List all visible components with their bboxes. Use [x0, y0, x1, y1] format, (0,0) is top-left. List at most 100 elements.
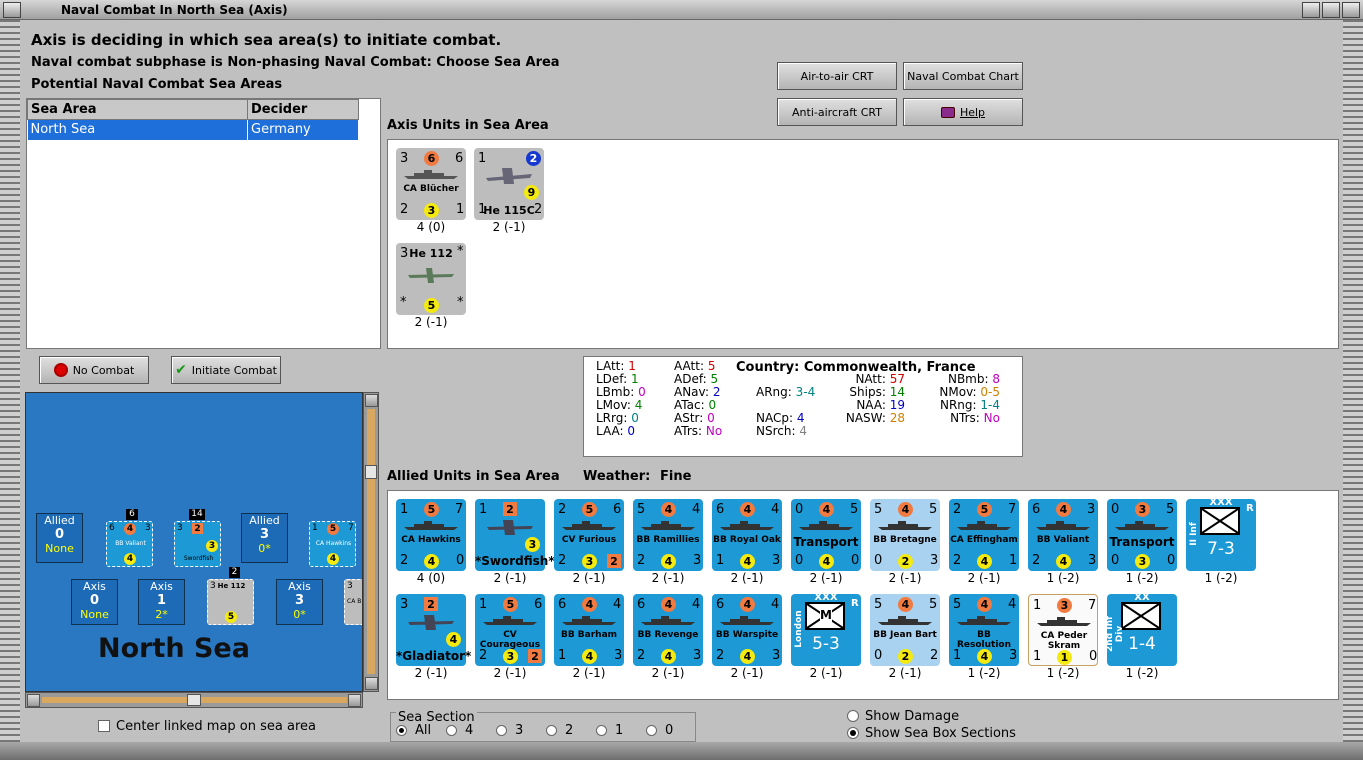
- counter-value: 4: [661, 554, 676, 569]
- ship-silhouette-icon: [404, 170, 458, 179]
- unit-counter[interactable]: 0 4 5 Transport 0 4 0: [791, 499, 861, 571]
- axis-box-3[interactable]: Axis 3 0*: [276, 579, 323, 625]
- scroll-thumb[interactable]: [365, 465, 377, 479]
- ship-silhouette-icon: [957, 521, 1011, 530]
- scroll-left-icon[interactable]: [27, 694, 40, 707]
- naval-combat-chart-button[interactable]: Naval Combat Chart: [903, 62, 1023, 90]
- unit-counter[interactable]: 6 4 4 BB Warspite 2 4 3: [712, 594, 782, 666]
- center-map-checkbox[interactable]: [98, 720, 110, 732]
- show-sea-box-radio[interactable]: [847, 727, 859, 739]
- minimize-button[interactable]: [1302, 2, 1320, 18]
- close-button[interactable]: [1342, 2, 1360, 18]
- unit-counter[interactable]: 5 4 4 BB Ramillies 2 4 3: [633, 499, 703, 571]
- allied-units-title: Allied Units in Sea Area: [387, 469, 560, 484]
- counter-value: 4: [1056, 502, 1071, 517]
- sea-section-radio[interactable]: [396, 725, 407, 736]
- system-menu-button[interactable]: [3, 2, 21, 18]
- counter-value: 3: [424, 203, 439, 218]
- counter-value: 3: [930, 553, 939, 568]
- unit-counter[interactable]: 3 2 4 *Gladiator*: [396, 594, 471, 666]
- scroll-thumb[interactable]: [187, 694, 201, 706]
- sea-section-radio[interactable]: [446, 725, 457, 736]
- sea-section-radio[interactable]: [646, 725, 657, 736]
- stats-col-1: LAtt: 1 LDef: 1 LBmb: 0 LMov: 4 LRrg: 0 …: [596, 359, 646, 438]
- sea-section-radio[interactable]: [546, 725, 557, 736]
- scroll-up-icon[interactable]: [365, 394, 378, 407]
- counter-value: 6: [534, 597, 543, 612]
- axis-box-2[interactable]: Axis 1 2*: [138, 579, 185, 625]
- map-counter-swordfish[interactable]: 3 2 Swordfish 3: [174, 521, 221, 567]
- map-counter-he-112[interactable]: 3 He 112 5: [207, 579, 254, 625]
- unit-counter[interactable]: XX 2nd Inf Div 1-4: [1105, 592, 1177, 666]
- map-counter-ca-hawkins[interactable]: 1 5 7 CA Hawkins 4: [309, 521, 356, 567]
- scroll-down-icon[interactable]: [365, 677, 378, 690]
- unit-counter[interactable]: 6 4 3 BB Valiant 2 4 3: [1028, 499, 1098, 571]
- unit-counter[interactable]: XXX R II Inf 7-3: [1186, 497, 1256, 571]
- unit-counter[interactable]: 2 5 7 CA Effingham 2 4 1: [949, 499, 1019, 571]
- col-sea-area[interactable]: Sea Area: [27, 99, 248, 120]
- sea-section-radio[interactable]: [496, 725, 507, 736]
- unit-symbol-icon: [1200, 507, 1240, 535]
- counter-value: 4: [582, 649, 597, 664]
- weather-label: Weather:: [583, 469, 651, 484]
- unit-counter[interactable]: 5 4 4 BB Resolution 1 4 3: [949, 594, 1019, 666]
- unit-counter[interactable]: 6 4 4 BB Barham 1 4 3: [554, 594, 624, 666]
- unit-counter[interactable]: 0 3 5 Transport 0 3 0: [1107, 499, 1177, 571]
- ship-silhouette-icon: [483, 616, 537, 625]
- title-bar: Naval Combat In North Sea (Axis): [0, 0, 1363, 20]
- scroll-track[interactable]: [367, 409, 375, 674]
- map-counter-ca-b[interactable]: 3 CA B: [344, 579, 362, 625]
- unit-counter[interactable]: 1 5 6 CV Courageous 2 3 2: [475, 594, 545, 666]
- unit-size: XX: [1134, 592, 1150, 603]
- stack-count-badge: 14: [189, 509, 205, 520]
- initiate-combat-button[interactable]: ✔ Initiate Combat: [171, 356, 281, 384]
- unit-counter[interactable]: 5 4 5 BB Jean Bart 0 2 2: [870, 594, 940, 666]
- unit-counter[interactable]: 1 5 7 CA Hawkins 2 4 0: [396, 499, 466, 571]
- plane-silhouette-icon: [408, 268, 454, 283]
- no-combat-button[interactable]: No Combat: [39, 356, 149, 384]
- maximize-button[interactable]: [1322, 2, 1340, 18]
- counter-value: 4: [740, 649, 755, 664]
- unit-counter[interactable]: 1 2 3 *Swordfish*: [475, 499, 555, 571]
- help-button[interactable]: Help: [903, 98, 1023, 126]
- counter-value: 1: [456, 202, 465, 217]
- counter-value: 6: [637, 597, 646, 612]
- sea-area-map[interactable]: Allied 0 None 6 4 3 BB Valiant 4 6 3 2 Swo…: [25, 392, 363, 692]
- counter-value: 4: [692, 597, 701, 612]
- unit-strength-label: 2 (-1): [888, 571, 922, 585]
- counter-value: 6: [613, 502, 622, 517]
- unit-counter[interactable]: 5 4 5 BB Bretagne 0 2 3: [870, 499, 940, 571]
- ship-silhouette-icon: [1036, 521, 1090, 530]
- col-decider[interactable]: Decider: [247, 99, 359, 120]
- sea-section-radio[interactable]: [596, 725, 607, 736]
- ship-silhouette-icon: [1037, 617, 1091, 626]
- anti-aircraft-crt-button[interactable]: Anti-aircraft CRT: [777, 98, 897, 126]
- counter-value: R: [1246, 503, 1254, 514]
- unit-counter[interactable]: 2 5 6 CV Furious 2 3 2: [554, 499, 624, 571]
- scroll-right-icon[interactable]: [348, 694, 361, 707]
- unit-combat-value: 5-3: [812, 634, 840, 654]
- unit-counter[interactable]: 6 4 4 BB Royal Oak 1 4 3: [712, 499, 782, 571]
- counter-value: 4: [740, 554, 755, 569]
- unit-counter[interactable]: M XXX R London 5-3: [791, 592, 861, 666]
- map-vertical-scrollbar[interactable]: [363, 392, 379, 692]
- air-to-air-crt-button[interactable]: Air-to-air CRT: [777, 62, 897, 90]
- unit-strength-label: 2 (-1): [730, 571, 764, 585]
- counter-name: CA Effingham: [950, 535, 1018, 545]
- unit-counter-he-112[interactable]: 3 He 112 * * 5 *: [396, 243, 466, 315]
- decider-cell: Germany: [247, 119, 359, 140]
- axis-box-1[interactable]: Axis 0 None: [71, 579, 118, 625]
- unit-strength-label: 1 (-2): [1046, 571, 1080, 585]
- map-horizontal-scrollbar[interactable]: [25, 692, 363, 708]
- unit-counter-ca-blucher[interactable]: 3 6 6 CA Blücher 2 3 1: [396, 148, 466, 220]
- show-damage-radio[interactable]: [847, 710, 859, 722]
- unit-counter[interactable]: 6 4 4 BB Revenge 2 4 3: [633, 594, 703, 666]
- allied-box-1[interactable]: Allied 0 None: [36, 513, 83, 563]
- counter-value: 1: [479, 502, 488, 517]
- unit-counter[interactable]: 1 3 7 CA Peder Skram 1 1 0: [1028, 594, 1098, 666]
- counter-value: 5: [977, 502, 992, 517]
- table-row[interactable]: North Sea Germany: [27, 119, 359, 140]
- unit-counter-he-115c[interactable]: 1 2 9 1 He 115C 2: [474, 148, 544, 220]
- allied-box-2[interactable]: Allied 3 0*: [241, 513, 288, 563]
- map-counter-bb-valiant[interactable]: 6 4 3 BB Valiant 4: [106, 521, 153, 567]
